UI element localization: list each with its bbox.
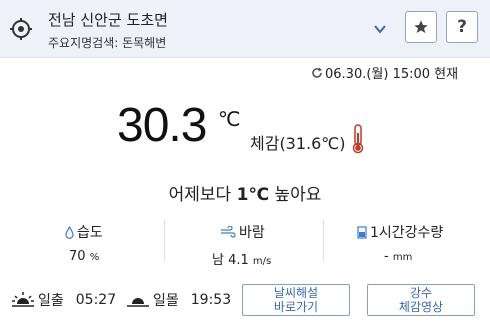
feels-like-temperature: 체감(31.6℃) bbox=[250, 134, 346, 153]
thermometer-icon bbox=[352, 124, 364, 154]
rainfall-label: 1시간강수량 bbox=[357, 222, 443, 242]
refresh-icon[interactable] bbox=[311, 67, 323, 79]
favorite-button[interactable] bbox=[405, 11, 437, 43]
sunrise-label: 일출 bbox=[38, 293, 64, 309]
observation-time-text: 06.30.(월) 15:00 현재 bbox=[325, 67, 459, 82]
chevron-down-icon[interactable] bbox=[371, 20, 389, 38]
compare-value: 1℃ bbox=[236, 185, 270, 205]
humidity-value: 70 % bbox=[69, 249, 100, 264]
temperature-unit: ℃ bbox=[218, 107, 241, 131]
location-name[interactable]: 전남 신안군 도초면 bbox=[48, 9, 168, 30]
temperature-comparison: 어제보다 1℃ 높아요 bbox=[0, 180, 490, 205]
sunrise-time: 05:27 bbox=[75, 292, 117, 308]
rain-gauge-icon bbox=[357, 225, 367, 239]
compare-suffix: 높아요 bbox=[269, 185, 322, 205]
sunset-label: 일몰 bbox=[153, 293, 179, 309]
weather-commentary-button[interactable]: 날씨해설 바로가기 bbox=[242, 284, 350, 316]
help-label: ? bbox=[457, 17, 467, 37]
wind-icon bbox=[221, 226, 236, 238]
sunrise: 일출 05:27 bbox=[12, 290, 116, 310]
crosshair-icon[interactable] bbox=[10, 18, 32, 40]
stat-divider bbox=[164, 220, 165, 262]
sunrise-icon bbox=[12, 292, 34, 307]
location-header: 전남 신안군 도초면 주요지명검색: 돈목해변 ? bbox=[0, 0, 490, 58]
help-button[interactable]: ? bbox=[446, 11, 478, 43]
compare-prefix: 어제보다 bbox=[168, 185, 237, 205]
humidity-label: 습도 bbox=[65, 222, 103, 242]
sunset-icon bbox=[127, 298, 149, 307]
wind-value: 남 4.1 m/s bbox=[212, 253, 272, 268]
sunset-time: 19:53 bbox=[190, 292, 232, 308]
sensible-temperature-video-button[interactable]: 강수 체감영상 bbox=[367, 284, 475, 316]
stat-divider bbox=[323, 220, 324, 262]
sunset: 일몰 19:53 bbox=[127, 290, 231, 310]
water-drop-icon bbox=[65, 225, 74, 239]
rainfall-value: - mm bbox=[384, 249, 413, 264]
landmark-search-label[interactable]: 주요지명검색: 돈목해변 bbox=[48, 34, 166, 51]
current-temperature: 30.3 bbox=[117, 99, 207, 152]
star-icon bbox=[414, 20, 428, 33]
observation-time: 06.30.(월) 15:00 현재 bbox=[311, 63, 458, 82]
wind-label: 바람 bbox=[220, 222, 265, 242]
